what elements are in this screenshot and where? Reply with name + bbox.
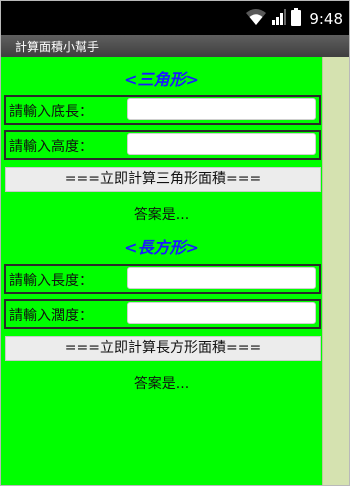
triangle-base-input[interactable] <box>127 98 316 120</box>
rectangle-length-label: 請輸入長度： <box>9 273 93 289</box>
triangle-heading: <三角形> <box>124 70 199 89</box>
triangle-height-input[interactable] <box>127 133 316 155</box>
status-bar: 9:48 <box>1 1 349 35</box>
triangle-base-row: 請輸入底長： <box>4 95 321 125</box>
app-title: 計算面積小幫手 <box>15 40 100 54</box>
rectangle-heading: <長方形> <box>124 238 199 257</box>
title-bar: 計算面積小幫手 <box>1 35 349 58</box>
rectangle-width-row: 請輸入濶度： <box>4 299 321 329</box>
rectangle-width-label: 請輸入濶度： <box>9 308 93 324</box>
rectangle-length-input[interactable] <box>127 267 316 289</box>
rectangle-length-row: 請輸入長度： <box>4 264 321 294</box>
status-icons: 9:48 <box>245 8 343 30</box>
app-window: 9:48 計算面積小幫手 <三角形> 請輸入底長： 請輸入高度： ===立即計算… <box>0 0 350 486</box>
wifi-icon <box>245 8 267 30</box>
rectangle-width-input[interactable] <box>127 302 316 324</box>
calculate-triangle-button[interactable]: ===立即計算三角形面積=== <box>5 167 321 192</box>
main-content: <三角形> 請輸入底長： 請輸入高度： ===立即計算三角形面積=== 答案是.… <box>1 57 322 485</box>
triangle-height-label: 請輸入高度： <box>9 139 93 155</box>
triangle-base-label: 請輸入底長： <box>9 104 93 120</box>
scrollbar[interactable] <box>322 57 349 485</box>
triangle-height-row: 請輸入高度： <box>4 130 321 160</box>
signal-icon <box>271 8 287 30</box>
calculate-rectangle-button[interactable]: ===立即計算長方形面積=== <box>5 336 321 361</box>
rectangle-answer: 答案是... <box>133 376 190 392</box>
status-time: 9:48 <box>309 10 343 28</box>
triangle-answer: 答案是... <box>133 207 190 223</box>
battery-icon <box>291 8 302 30</box>
